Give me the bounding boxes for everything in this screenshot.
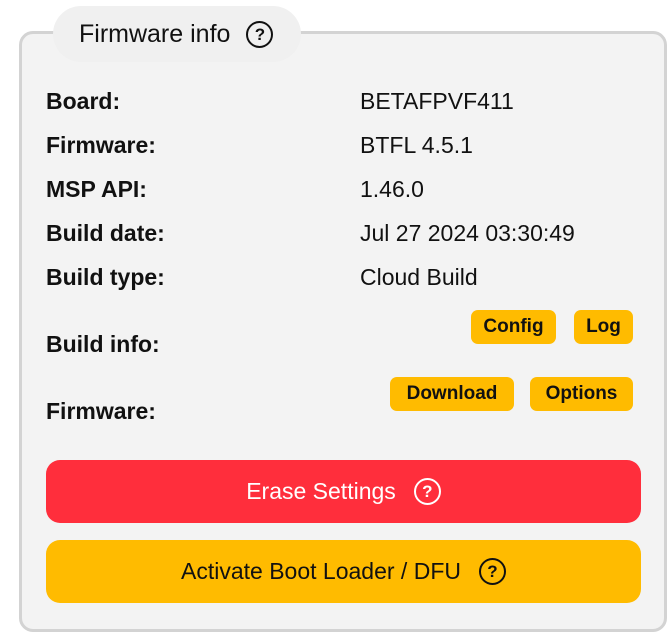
build-info-label: Build info: [46,331,160,357]
firmware-value: BTFL 4.5.1 [360,132,473,158]
firmware-download-label: Firmware: [46,398,156,424]
board-label: Board: [46,88,121,114]
panel-legend: Firmware info ? [53,6,302,62]
build-date-value: Jul 27 2024 03:30:49 [360,220,575,246]
download-button[interactable]: Download [390,377,514,411]
msp-api-label: MSP API: [46,176,147,202]
panel-title: Firmware info [79,19,231,48]
build-type-value: Cloud Build [360,264,478,290]
board-value: BETAFPVF411 [360,88,514,114]
erase-settings-button[interactable]: Erase Settings ? [46,460,641,523]
msp-api-value: 1.46.0 [360,176,424,202]
activate-dfu-button[interactable]: Activate Boot Loader / DFU ? [46,540,641,603]
question-circle-icon[interactable]: ? [246,20,274,48]
question-circle-icon[interactable]: ? [478,558,506,585]
config-button[interactable]: Config [471,310,556,344]
build-type-label: Build type: [46,264,165,290]
build-date-label: Build date: [46,220,165,246]
firmware-label: Firmware: [46,132,156,158]
erase-settings-label: Erase Settings [246,478,396,504]
question-circle-icon[interactable]: ? [413,478,441,505]
options-button[interactable]: Options [530,377,633,411]
log-button[interactable]: Log [574,310,633,344]
activate-dfu-label: Activate Boot Loader / DFU [181,558,461,584]
